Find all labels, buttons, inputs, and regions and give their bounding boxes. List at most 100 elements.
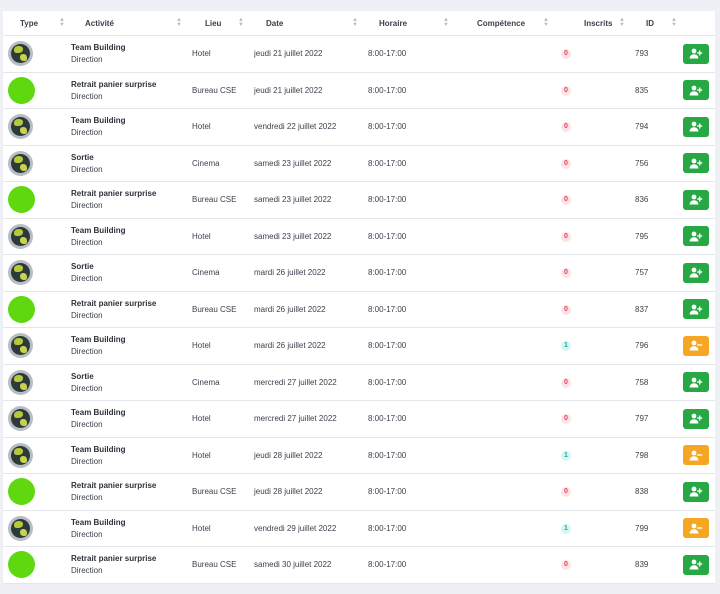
activity-subtitle: Direction [71,274,103,284]
type-cell [3,364,71,401]
column-header-action [683,11,715,36]
user-minus-icon [689,450,703,461]
globe-icon [8,150,33,176]
column-header-id[interactable]: ID ▲ ▼ [631,11,683,36]
date-cell: vendredi 29 juillet 2022 [250,510,364,547]
register-user-button[interactable] [683,80,709,101]
competence-cell [455,400,555,438]
unregister-user-button[interactable] [683,445,709,466]
activity-subtitle: Direction [71,91,103,101]
inscrits-badge: 0 [561,231,571,242]
activity-subtitle: Direction [71,493,103,503]
column-header-activite[interactable]: Activité ▲ ▼ [71,11,188,36]
table-row[interactable]: Team Building Direction Hotel samedi 23 jui… [3,218,715,255]
activity-title: Sortie [71,371,94,381]
inscrits-badge: 0 [561,304,571,315]
action-cell [683,327,715,365]
type-dot-icon [8,551,35,579]
register-user-button[interactable] [683,481,709,502]
sort-icon[interactable]: ▲ ▼ [238,17,244,28]
table-row[interactable]: Team Building Direction Hotel vendredi 29 j… [3,510,715,547]
unregister-user-button[interactable] [683,518,709,539]
column-header-horaire[interactable]: Horaire ▲ ▼ [364,11,455,36]
globe-icon [8,223,33,249]
competence-cell [455,291,555,328]
inscrits-badge: 0 [561,560,571,571]
id-cell: 799 [631,510,683,547]
register-user-button[interactable] [683,262,709,283]
table-row[interactable]: Retrait panier surprise Direction Bureau C… [3,546,715,584]
sort-icon[interactable]: ▲ ▼ [619,17,625,28]
activity-title: Sortie [71,152,94,162]
action-cell [683,546,715,584]
activity-title: Team Building [71,43,126,53]
column-header-lieu[interactable]: Lieu ▲ ▼ [188,11,250,36]
table-row[interactable]: Team Building Direction Hotel mardi 26 juil… [3,327,715,365]
column-header-type[interactable]: Type ▲ ▼ [3,11,71,36]
register-user-button[interactable] [683,554,709,575]
sort-icon[interactable]: ▲ ▼ [543,17,549,28]
table-row[interactable]: Retrait panier surprise Direction Bureau C… [3,72,715,109]
unregister-user-button[interactable] [683,335,709,356]
activite-cell: Sortie Direction [71,145,188,182]
inscrits-badge: 1 [561,450,571,461]
register-user-button[interactable] [683,372,709,393]
id-cell: 835 [631,72,683,109]
register-user-button[interactable] [683,43,709,64]
sort-icon[interactable]: ▲ ▼ [59,17,65,28]
register-user-button[interactable] [683,189,709,210]
register-user-button[interactable] [683,299,709,320]
activity-title: Team Building [71,335,126,345]
horaire-cell: 8:00-17:00 [364,35,455,73]
table-row[interactable]: Sortie Direction Cinema samedi 23 juillet 2… [3,145,715,182]
sort-icon[interactable]: ▲ ▼ [443,17,449,28]
date-cell: mardi 26 juillet 2022 [250,291,364,328]
table-row[interactable]: Team Building Direction Hotel jeudi 21 juil… [3,35,715,73]
table-row[interactable]: Team Building Direction Hotel jeudi 28 juil… [3,437,715,474]
inscrits-cell: 1 [555,510,631,547]
id-cell: 839 [631,546,683,584]
type-dot-icon [8,295,35,323]
table-row[interactable]: Team Building Direction Hotel vendredi 22 j… [3,108,715,146]
horaire-cell: 8:00-17:00 [364,108,455,146]
table-row[interactable]: Retrait panier surprise Direction Bureau C… [3,291,715,328]
inscrits-cell: 0 [555,400,631,438]
action-cell [683,400,715,438]
competence-cell [455,72,555,109]
inscrits-cell: 0 [555,218,631,255]
sort-icon[interactable]: ▲ ▼ [176,17,182,28]
sort-icon[interactable]: ▲ ▼ [352,17,358,28]
activite-cell: Team Building Direction [71,510,188,547]
activity-title: Sortie [71,262,94,272]
action-cell [683,145,715,182]
horaire-cell: 8:00-17:00 [364,364,455,401]
column-header-competence[interactable]: Compétence ▲ ▼ [455,11,555,36]
register-user-button[interactable] [683,226,709,247]
sort-icon[interactable]: ▲ ▼ [671,17,677,28]
user-plus-icon [689,121,703,132]
lieu-cell: Hotel [188,437,250,474]
inscrits-badge: 0 [561,85,571,96]
register-user-button[interactable] [683,153,709,174]
activity-subtitle: Direction [71,566,103,576]
activite-cell: Team Building Direction [71,327,188,365]
table-row[interactable]: Retrait panier surprise Direction Bureau C… [3,473,715,511]
lieu-cell: Bureau CSE [188,291,250,328]
id-cell: 793 [631,35,683,73]
activity-title: Retrait panier surprise [71,554,157,564]
user-minus-icon [689,340,703,351]
table-row[interactable]: Sortie Direction Cinema mardi 26 juillet 20… [3,254,715,292]
column-header-inscrits[interactable]: Inscrits ▲ ▼ [555,11,631,36]
activite-cell: Team Building Direction [71,218,188,255]
register-user-button[interactable] [683,408,709,429]
activity-title: Retrait panier surprise [71,189,157,199]
table-row[interactable]: Sortie Direction Cinema mercredi 27 juillet… [3,364,715,401]
table-row[interactable]: Team Building Direction Hotel mercredi 27 j… [3,400,715,438]
id-cell: 837 [631,291,683,328]
table-row[interactable]: Retrait panier surprise Direction Bureau C… [3,181,715,219]
activite-cell: Retrait panier surprise Direction [71,72,188,109]
register-user-button[interactable] [683,116,709,137]
action-cell [683,473,715,511]
column-header-date[interactable]: Date ▲ ▼ [250,11,364,36]
activities-table-container: Type ▲ ▼ Activité ▲ ▼ Lieu ▲ ▼ Date ▲ ▼ Horaire ▲… [3,11,715,584]
